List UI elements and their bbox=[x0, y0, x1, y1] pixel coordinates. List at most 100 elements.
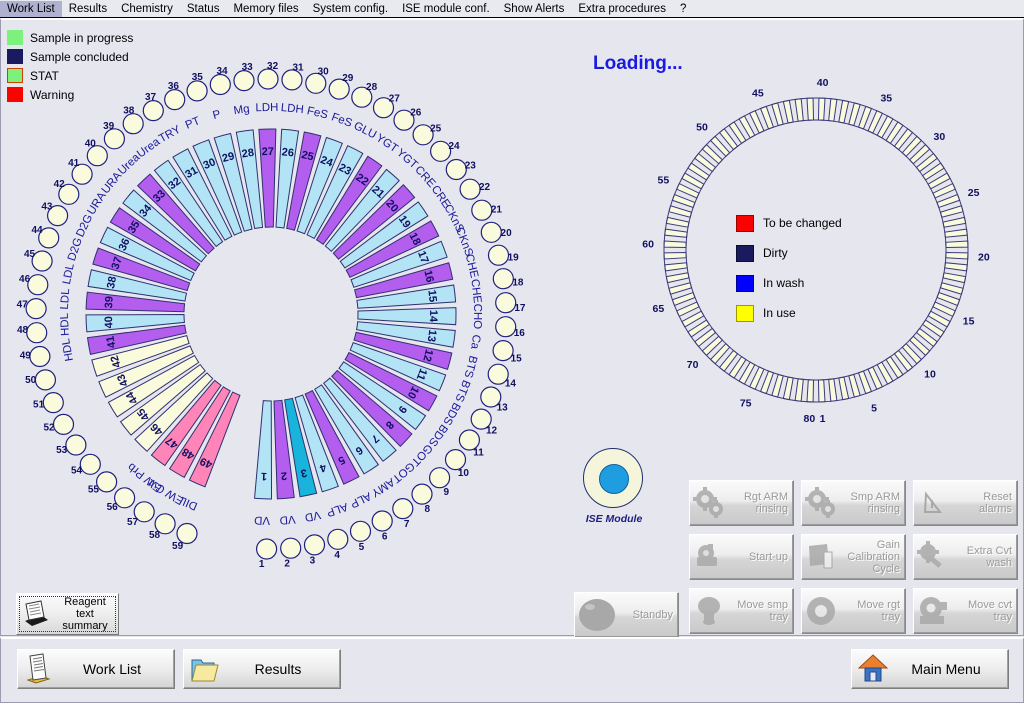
sample-position-cup[interactable] bbox=[233, 69, 255, 92]
cuvette-cell[interactable] bbox=[817, 379, 826, 403]
sample-position[interactable]: 1 bbox=[256, 538, 278, 570]
cuvette-cell[interactable] bbox=[939, 282, 964, 295]
cuvette-cell[interactable] bbox=[942, 216, 967, 228]
sample-position-cup[interactable] bbox=[327, 528, 349, 550]
cuvette-cell[interactable] bbox=[944, 262, 968, 272]
cuvette-cell[interactable] bbox=[806, 379, 815, 403]
cuvette-cell[interactable] bbox=[939, 205, 964, 218]
reagent-tray-svg[interactable]: 1VD2VD3VD4ALP5ALP6AMY7GOT8GOT9BDS10BDS11… bbox=[1, 34, 571, 594]
menu-item-status[interactable]: Status bbox=[180, 1, 227, 17]
cuvette-cell[interactable] bbox=[759, 370, 775, 395]
cuvette-cell[interactable] bbox=[759, 105, 775, 130]
sample-position-cup[interactable] bbox=[52, 413, 75, 435]
ise-module-indicator[interactable]: ISE Module bbox=[578, 448, 650, 532]
cuvette-cell[interactable] bbox=[663, 240, 687, 249]
sample-position[interactable]: 3 bbox=[303, 534, 326, 567]
sample-position[interactable]: 8 bbox=[411, 483, 433, 515]
sample-position[interactable]: 16 bbox=[495, 316, 526, 340]
cuvette-cell[interactable] bbox=[838, 99, 850, 124]
rgt-arm-rinsing-button[interactable]: Rgt ARM rinsing bbox=[689, 480, 794, 526]
menu-item-work-list[interactable]: Work List bbox=[0, 0, 62, 17]
sample-position[interactable]: 48 bbox=[17, 322, 48, 344]
menu-item-ise-module-conf[interactable]: ISE module conf. bbox=[395, 1, 497, 17]
cuvette-cell[interactable] bbox=[671, 291, 696, 307]
sample-position-cup[interactable] bbox=[459, 178, 481, 200]
menu-item-[interactable]: ? bbox=[673, 1, 693, 17]
sample-position[interactable]: 17 bbox=[495, 292, 526, 314]
cuvette-cell[interactable] bbox=[663, 251, 687, 260]
sample-position-cup[interactable] bbox=[495, 316, 517, 338]
sample-position[interactable]: 36 bbox=[164, 81, 186, 111]
sample-position[interactable]: 40 bbox=[85, 139, 108, 167]
cuvette-cell[interactable] bbox=[671, 193, 696, 209]
sample-position-cup[interactable] bbox=[26, 322, 48, 344]
menu-item-chemistry[interactable]: Chemistry bbox=[114, 1, 180, 17]
work-list-button[interactable]: Work List bbox=[17, 649, 175, 689]
menu-item-show-alerts[interactable]: Show Alerts bbox=[497, 1, 572, 17]
sample-position[interactable]: 43 bbox=[41, 201, 69, 227]
sample-position[interactable]: 29 bbox=[328, 73, 354, 100]
start-up-button[interactable]: Start-up bbox=[689, 534, 794, 580]
sample-position[interactable]: 32 bbox=[257, 61, 279, 90]
cuvette-cell[interactable] bbox=[857, 105, 873, 130]
sample-position[interactable]: 55 bbox=[88, 471, 118, 496]
reagent-segment-wedge[interactable] bbox=[254, 400, 273, 500]
sample-position[interactable]: 49 bbox=[20, 345, 51, 368]
sample-position-cup[interactable] bbox=[371, 510, 393, 532]
sample-position-cup[interactable] bbox=[25, 298, 47, 320]
sample-position-cup[interactable] bbox=[257, 68, 279, 90]
sample-position[interactable]: 5 bbox=[349, 520, 372, 553]
reagent-segment[interactable]: 1 bbox=[254, 400, 273, 500]
reset-alarms-button[interactable]: Reset alarms bbox=[913, 480, 1018, 526]
cuvette-cell[interactable] bbox=[665, 272, 690, 284]
sample-position[interactable]: 38 bbox=[122, 106, 144, 135]
sample-position[interactable]: 9 bbox=[429, 467, 451, 498]
sample-position-cup[interactable] bbox=[27, 274, 49, 296]
cuvette-cell[interactable] bbox=[838, 376, 850, 401]
sample-position[interactable]: 31 bbox=[281, 63, 304, 91]
cuvette-cell[interactable] bbox=[782, 376, 794, 401]
sample-position-cup[interactable] bbox=[79, 453, 101, 475]
sample-position[interactable]: 53 bbox=[56, 434, 87, 456]
main-menu-button[interactable]: Main Menu bbox=[851, 649, 1009, 689]
sample-position[interactable]: 20 bbox=[480, 221, 512, 243]
sample-position-cup[interactable] bbox=[303, 534, 326, 556]
sample-position[interactable]: 46 bbox=[19, 274, 49, 296]
sample-position[interactable]: 47 bbox=[17, 298, 47, 320]
move-rgt-tray-button[interactable]: Move rgt tray bbox=[801, 588, 906, 634]
cuvette-cell[interactable] bbox=[782, 99, 794, 124]
smp-arm-rinsing-button[interactable]: Smp ARM rinsing bbox=[801, 480, 906, 526]
cuvette-cell[interactable] bbox=[806, 97, 815, 121]
sample-position-cup[interactable] bbox=[142, 99, 164, 122]
sample-position-cup[interactable] bbox=[280, 537, 302, 559]
sample-position[interactable]: 50 bbox=[25, 369, 57, 391]
sample-position[interactable]: 52 bbox=[43, 413, 75, 435]
sample-position[interactable]: 24 bbox=[430, 140, 460, 162]
cuvette-cell[interactable] bbox=[857, 370, 873, 395]
reagent-segment-wedge[interactable] bbox=[357, 307, 457, 326]
cuvette-cell[interactable] bbox=[794, 98, 804, 122]
sample-position-cup[interactable] bbox=[122, 113, 144, 135]
cuvette-cell[interactable] bbox=[817, 97, 826, 121]
sample-position[interactable]: 22 bbox=[459, 178, 490, 200]
cuvette-cell[interactable] bbox=[771, 373, 784, 398]
sample-position[interactable]: 7 bbox=[392, 498, 414, 530]
cuvette-cell[interactable] bbox=[665, 216, 690, 228]
sample-position-cup[interactable] bbox=[256, 538, 278, 560]
sample-position-cup[interactable] bbox=[65, 434, 87, 456]
reagent-text-summary-button[interactable]: Reagent text summary bbox=[16, 593, 119, 635]
sample-position[interactable]: 35 bbox=[186, 72, 208, 102]
sample-position[interactable]: 19 bbox=[487, 244, 520, 266]
sample-position[interactable]: 18 bbox=[492, 268, 524, 290]
sample-position-cup[interactable] bbox=[34, 369, 57, 391]
sample-position[interactable]: 33 bbox=[233, 62, 255, 92]
sample-position[interactable]: 6 bbox=[371, 510, 393, 543]
sample-position-cup[interactable] bbox=[164, 88, 186, 111]
sample-position-cup[interactable] bbox=[95, 471, 118, 493]
cuvette-cell[interactable] bbox=[771, 102, 784, 127]
sample-position[interactable]: 14 bbox=[487, 363, 516, 389]
sample-position[interactable]: 44 bbox=[31, 225, 60, 249]
sample-position-cup[interactable] bbox=[31, 250, 53, 272]
sample-position[interactable]: 28 bbox=[351, 82, 378, 108]
sample-position-cup[interactable] bbox=[444, 449, 467, 471]
